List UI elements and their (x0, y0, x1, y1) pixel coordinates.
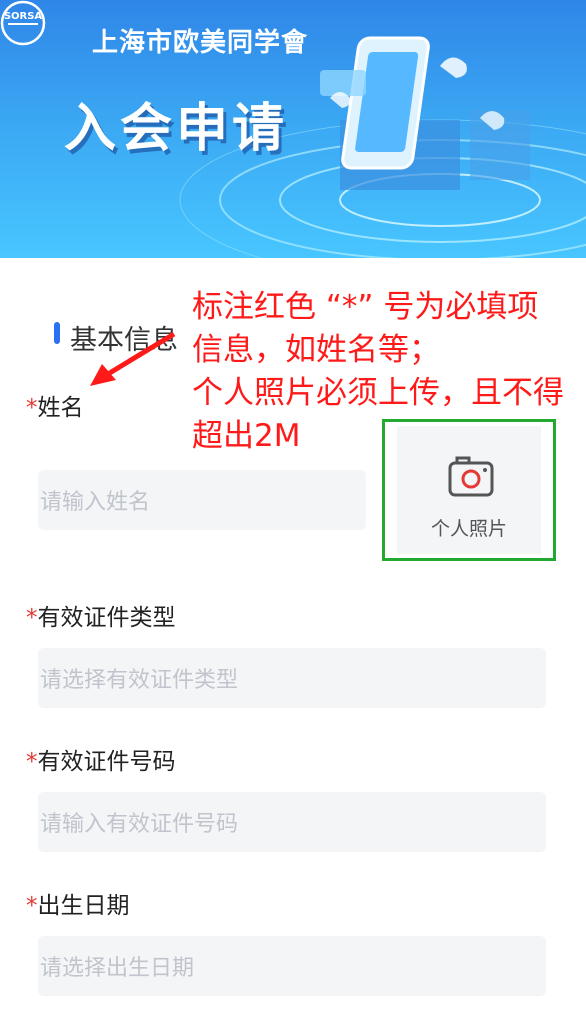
birth-date-picker[interactable]: 请选择出生日期 (38, 936, 546, 996)
photo-label: 个人照片 (430, 518, 507, 540)
id-number-input[interactable]: 请输入有效证件号码 (38, 792, 546, 852)
section-accent-bar (54, 322, 60, 344)
id-number-label: *有效证件号码 (26, 749, 176, 775)
camera-icon (448, 456, 494, 497)
society-name: 上海市欧美同学會 (92, 28, 309, 58)
id-type-select[interactable]: 请选择有效证件类型 (38, 648, 546, 708)
required-star: * (26, 395, 38, 421)
required-star: * (26, 893, 38, 919)
header-banner: SORSA 上海市欧美同学會 入会申请 (0, 0, 586, 258)
name-label: *姓名 (26, 395, 84, 421)
name-input[interactable]: 请输入姓名 (38, 470, 366, 530)
required-star: * (26, 749, 38, 775)
page-title: 入会申请 (64, 99, 289, 159)
birth-date-label: *出生日期 (26, 893, 130, 919)
id-type-label: *有效证件类型 (26, 605, 176, 631)
annotation-note: 标注红色 “*” 号为必填项 信息，如姓名等； 个人照片必须上传，且不得 超出2… (192, 289, 564, 454)
annotation-arrow (90, 331, 176, 386)
society-logo: SORSA (0, 0, 46, 46)
svg-text:SORSA: SORSA (4, 11, 43, 22)
required-star: * (26, 605, 38, 631)
